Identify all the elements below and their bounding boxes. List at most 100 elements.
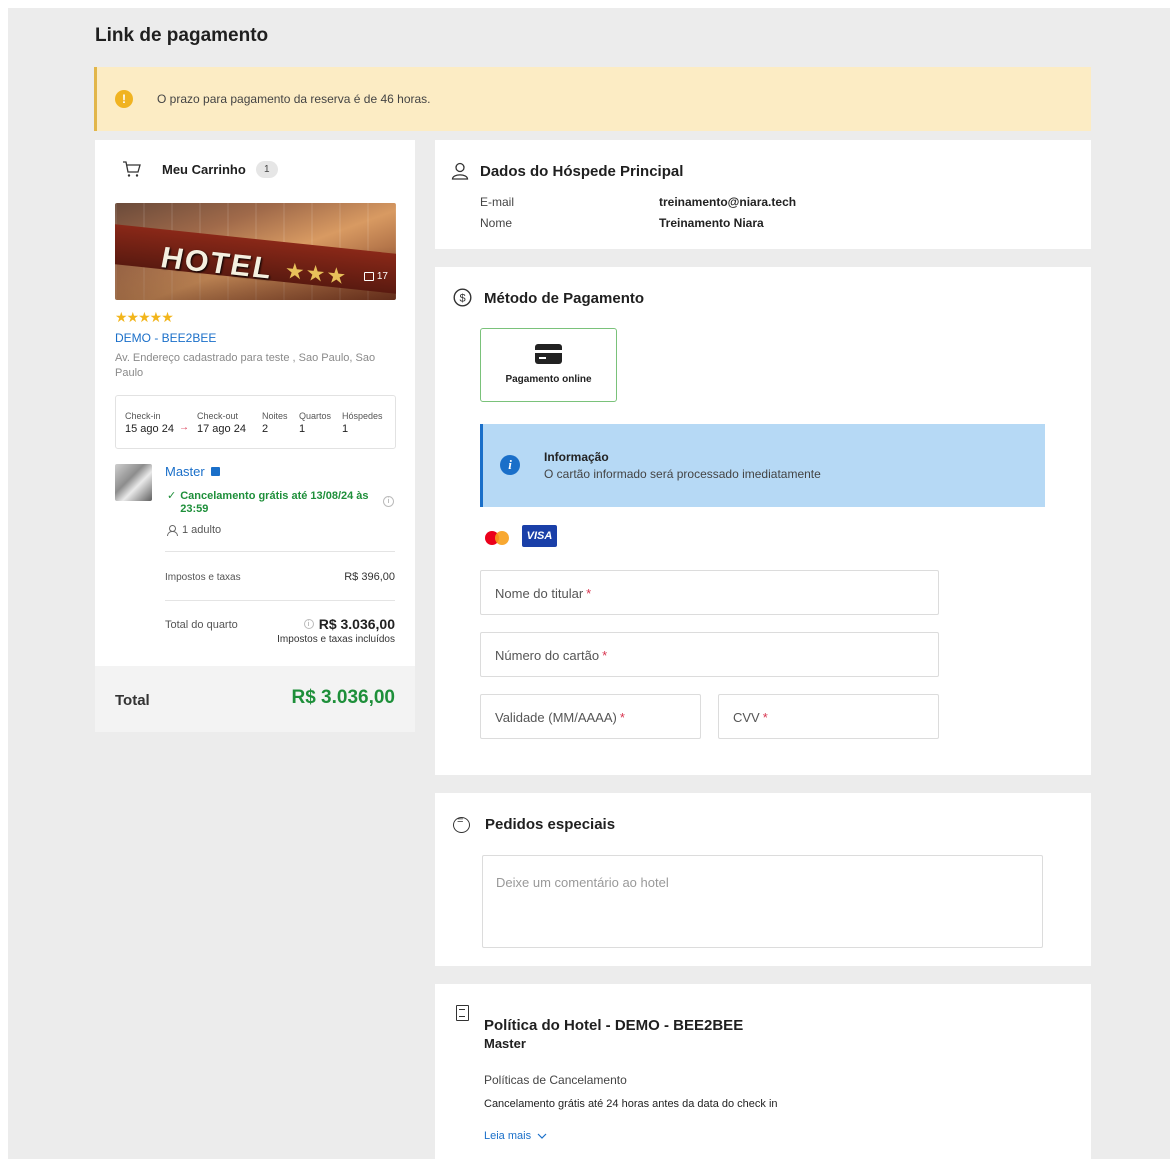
required-mark: * xyxy=(602,648,608,663)
svg-text:$: $ xyxy=(459,293,465,305)
person-icon xyxy=(167,524,178,536)
nights-value: 2 xyxy=(262,423,269,435)
cvv-field[interactable]: CVV * xyxy=(718,694,939,739)
cardholder-name-text: Nome do titular xyxy=(495,586,584,601)
taxes-label: Impostos e taxas xyxy=(165,572,241,583)
cart-title: Meu Carrinho xyxy=(162,161,246,177)
cart-total-bar: Total R$ 3.036,00 xyxy=(95,666,415,732)
required-mark: * xyxy=(586,586,592,601)
credit-card-icon xyxy=(535,344,562,364)
taxes-value: R$ 396,00 xyxy=(344,571,395,583)
expiry-field[interactable]: Validade (MM/AAAA) * xyxy=(480,694,701,739)
visa-icon: VISA xyxy=(522,525,557,547)
info-text: O cartão informado será processado imedi… xyxy=(544,467,821,481)
guests: Hóspedes 1 xyxy=(342,411,383,435)
read-more-label: Leia mais xyxy=(484,1130,532,1142)
checkout-label: Check-out xyxy=(197,411,239,421)
special-requests-title: Pedidos especiais xyxy=(485,816,616,833)
card-number-label: Número do cartão * xyxy=(495,648,607,663)
room-total-value: R$ 3.036,00 xyxy=(318,616,395,632)
name-value: Treinamento Niara xyxy=(659,216,764,230)
email-label: E-mail xyxy=(480,195,515,209)
cart-count-badge: 1 xyxy=(255,160,278,178)
cancellation-policy-text: Cancelamento grátis até 24 horas antes d… xyxy=(484,1098,778,1110)
nights: Noites 2 xyxy=(262,411,288,435)
room-total-label: Total do quarto xyxy=(165,619,238,631)
hotel-name-link[interactable]: DEMO - BEE2BEE xyxy=(115,331,216,345)
name-label: Nome xyxy=(480,216,513,230)
expiry-text: Validade (MM/AAAA) xyxy=(495,710,617,725)
payment-section: $ Método de Pagamento Pagamento online i… xyxy=(435,267,1091,775)
room-photo[interactable] xyxy=(115,464,152,501)
mastercard-icon xyxy=(485,531,509,545)
arrow-right-icon: → xyxy=(179,422,189,433)
cvv-label: CVV * xyxy=(733,710,768,725)
room-occupancy: 1 adulto xyxy=(167,524,221,536)
divider xyxy=(165,600,395,601)
policy-title: Política do Hotel - DEMO - BEE2BEE xyxy=(484,1017,744,1034)
info-icon: i xyxy=(500,455,520,475)
chat-icon xyxy=(453,815,470,833)
dollar-icon: $ xyxy=(453,288,472,307)
expiry-label: Validade (MM/AAAA) * xyxy=(495,710,625,725)
page-title: Link de pagamento xyxy=(95,25,269,46)
info-icon[interactable]: i xyxy=(303,619,314,629)
card-number-field[interactable]: Número do cartão * xyxy=(480,632,939,677)
stay-dates-box: Check-in 15 ago 24 → Check-out 17 ago 24… xyxy=(115,395,396,449)
document-icon xyxy=(456,1005,469,1021)
info-title: Informação xyxy=(544,450,609,464)
guest-title: Dados do Hóspede Principal xyxy=(480,163,684,180)
nights-label: Noites xyxy=(262,411,288,421)
required-mark: * xyxy=(619,710,625,725)
checkout: Check-out 17 ago 24 xyxy=(197,411,246,435)
hotel-photo[interactable]: HOTEL ★★★ 17 xyxy=(115,203,396,300)
special-requests-section: Pedidos especiais Deixe um comentário ao… xyxy=(435,793,1091,966)
cart-panel: Meu Carrinho 1 HOTEL ★★★ 17 ★★★★★ DEMO -… xyxy=(95,140,415,732)
room-total: i R$ 3.036,00 xyxy=(303,616,395,632)
guests-value: 1 xyxy=(342,423,349,435)
online-payment-label: Pagamento online xyxy=(505,374,592,385)
online-payment-option[interactable]: Pagamento online xyxy=(480,328,617,402)
rooms: Quartos 1 xyxy=(299,411,331,435)
email-value: treinamento@niara.tech xyxy=(659,195,797,209)
checkout-value: 17 ago 24 xyxy=(197,423,246,435)
deadline-alert: ! O prazo para pagamento da reserva é de… xyxy=(94,67,1091,131)
alert-text: O prazo para pagamento da reserva é de 4… xyxy=(157,92,431,106)
cancellation-text: Cancelamento grátis até 13/08/24 às 23:5… xyxy=(180,490,369,515)
hotel-address: Av. Endereço cadastrado para teste , Sao… xyxy=(115,352,376,379)
total-label: Total xyxy=(115,692,150,709)
info-icon[interactable]: i xyxy=(383,496,394,507)
free-cancellation: ✓ Cancelamento grátis até 13/08/24 às 23… xyxy=(167,490,377,516)
cancellation-policy-heading: Políticas de Cancelamento xyxy=(484,1073,627,1087)
photo-count[interactable]: 17 xyxy=(363,271,388,282)
guest-section: Dados do Hóspede Principal E-mail treina… xyxy=(435,140,1091,249)
total-value: R$ 3.036,00 xyxy=(291,687,395,708)
gallery-icon xyxy=(210,467,220,476)
rooms-label: Quartos xyxy=(299,411,332,421)
cvv-text: CVV xyxy=(733,710,760,725)
rooms-value: 1 xyxy=(299,423,306,435)
checkin-value: 15 ago 24 xyxy=(125,423,174,435)
cardholder-name-field[interactable]: Nome do titular * xyxy=(480,570,939,615)
room-name: Master xyxy=(165,464,205,479)
guests-label: Hóspedes xyxy=(342,411,383,421)
cart-icon xyxy=(123,161,141,177)
warning-icon: ! xyxy=(115,90,133,108)
chevron-down-icon xyxy=(537,1133,547,1139)
read-more-link[interactable]: Leia mais xyxy=(484,1130,547,1142)
payment-title: Método de Pagamento xyxy=(484,290,645,307)
required-mark: * xyxy=(762,710,768,725)
checkin: Check-in 15 ago 24 xyxy=(125,411,174,435)
gallery-icon xyxy=(363,272,374,281)
user-icon xyxy=(451,162,469,180)
divider xyxy=(165,551,395,552)
room-name-link[interactable]: Master xyxy=(165,464,220,479)
occupancy-text: 1 adulto xyxy=(182,524,222,536)
hotel-policy-section: Política do Hotel - DEMO - BEE2BEE Maste… xyxy=(435,984,1091,1159)
cart-header: Meu Carrinho 1 xyxy=(122,160,278,178)
info-banner: i Informação O cartão informado será pro… xyxy=(480,424,1045,507)
hotel-sign-stars: ★★★ xyxy=(285,257,348,290)
hotel-star-rating: ★★★★★ xyxy=(115,309,174,325)
special-requests-textarea[interactable]: Deixe um comentário ao hotel xyxy=(482,855,1043,948)
card-number-text: Número do cartão xyxy=(495,648,600,663)
